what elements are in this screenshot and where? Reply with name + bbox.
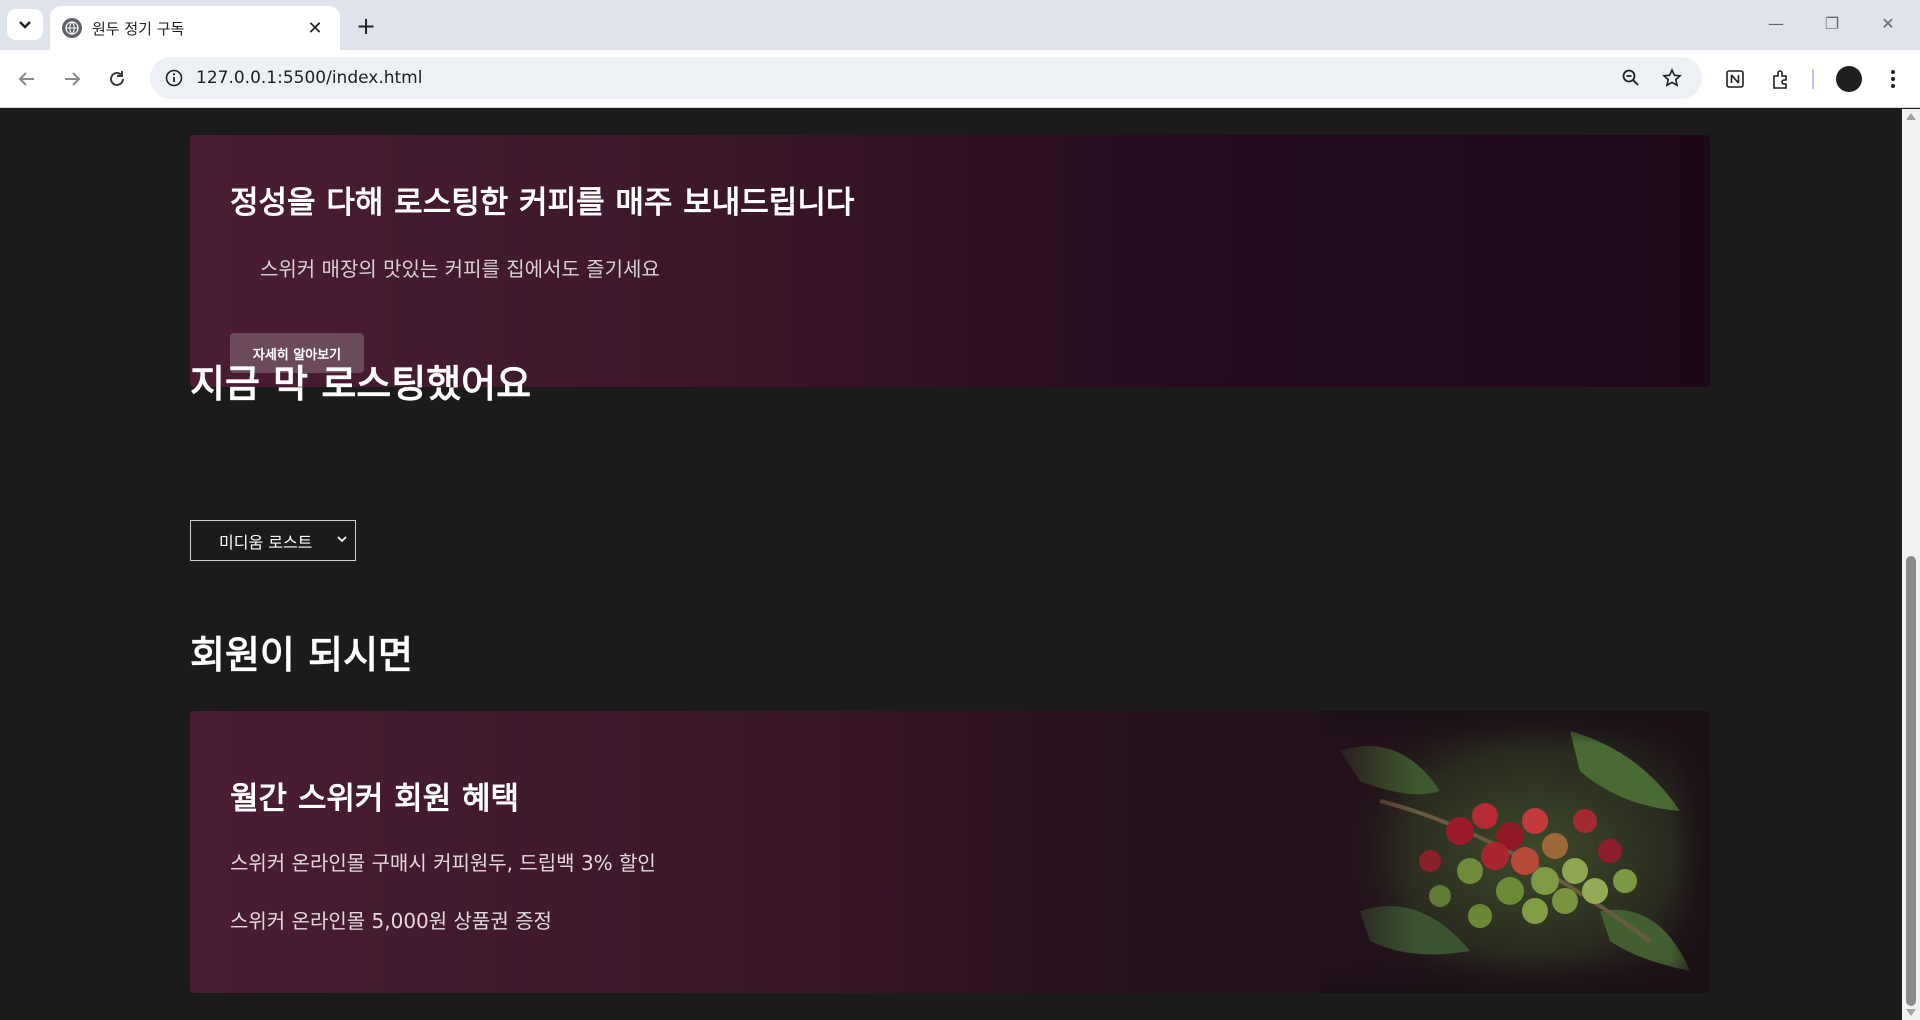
- scroll-up-arrow[interactable]: [1906, 113, 1916, 120]
- chevron-down-icon: [337, 536, 347, 543]
- extensions-icon[interactable]: [1764, 62, 1798, 96]
- coffee-cherries-image: [1320, 711, 1710, 993]
- zoom-icon[interactable]: [1618, 65, 1644, 91]
- hero-banner: 정성을 다해 로스팅한 커피를 매주 보내드립니다 스위커 매장의 맛있는 커피…: [190, 135, 1710, 387]
- url-text: 127.0.0.1:5500/index.html: [196, 68, 423, 88]
- address-bar[interactable]: 127.0.0.1:5500/index.html: [150, 57, 1702, 99]
- page-viewport: 정성을 다해 로스팅한 커피를 매주 보내드립니다 스위커 매장의 맛있는 커피…: [0, 109, 1902, 1020]
- tab-title: 원두 정기 구독: [92, 19, 185, 38]
- tab-strip: 원두 정기 구독 ✕ + — ❐ ✕: [0, 0, 1920, 50]
- scroll-down-arrow[interactable]: [1906, 1009, 1916, 1016]
- profile-avatar[interactable]: [1836, 66, 1862, 92]
- restore-icon[interactable]: ❐: [1810, 8, 1854, 38]
- reload-icon[interactable]: [100, 62, 134, 96]
- benefit-item: 스위커 온라인몰 5,000원 상품권 증정: [230, 909, 552, 933]
- close-icon[interactable]: ✕: [304, 17, 326, 39]
- menu-dots-icon[interactable]: [1876, 62, 1910, 96]
- hero-title: 정성을 다해 로스팅한 커피를 매주 보내드립니다: [230, 185, 855, 221]
- plus-icon[interactable]: +: [350, 11, 382, 41]
- tab-search-button[interactable]: [7, 9, 43, 40]
- notion-icon[interactable]: [1718, 62, 1752, 96]
- roast-select-value: 미디움 로스트: [219, 532, 313, 552]
- hero-subtitle: 스위커 매장의 맛있는 커피를 집에서도 즐기세요: [260, 257, 660, 281]
- member-benefits-card: 월간 스위커 회원 혜택 스위커 온라인몰 구매시 커피원두, 드립백 3% 할…: [190, 711, 1710, 993]
- star-icon[interactable]: [1659, 65, 1685, 91]
- tab-search-icon: [19, 20, 31, 29]
- roast-level-select[interactable]: 미디움 로스트: [190, 520, 356, 561]
- benefit-item: 스위커 온라인몰 구매시 커피원두, 드립백 3% 할인: [230, 851, 656, 875]
- browser-tab[interactable]: 원두 정기 구독 ✕: [50, 6, 340, 50]
- scrollbar-thumb[interactable]: [1906, 556, 1916, 1006]
- site-info-icon[interactable]: [160, 64, 188, 92]
- forward-arrow-icon[interactable]: [55, 62, 89, 96]
- back-arrow-icon[interactable]: [10, 62, 44, 96]
- roast-section-title: 지금 막 로스팅했어요: [190, 362, 532, 406]
- member-section-title: 회원이 되시면: [190, 633, 413, 677]
- window-close-icon[interactable]: ✕: [1866, 8, 1910, 38]
- minimize-icon[interactable]: —: [1754, 8, 1798, 38]
- member-card-title: 월간 스위커 회원 혜택: [230, 781, 520, 817]
- vertical-scrollbar[interactable]: [1902, 109, 1920, 1020]
- globe-icon: [62, 18, 82, 38]
- browser-toolbar: 127.0.0.1:5500/index.html: [0, 50, 1920, 108]
- toolbar-divider: [1812, 69, 1814, 89]
